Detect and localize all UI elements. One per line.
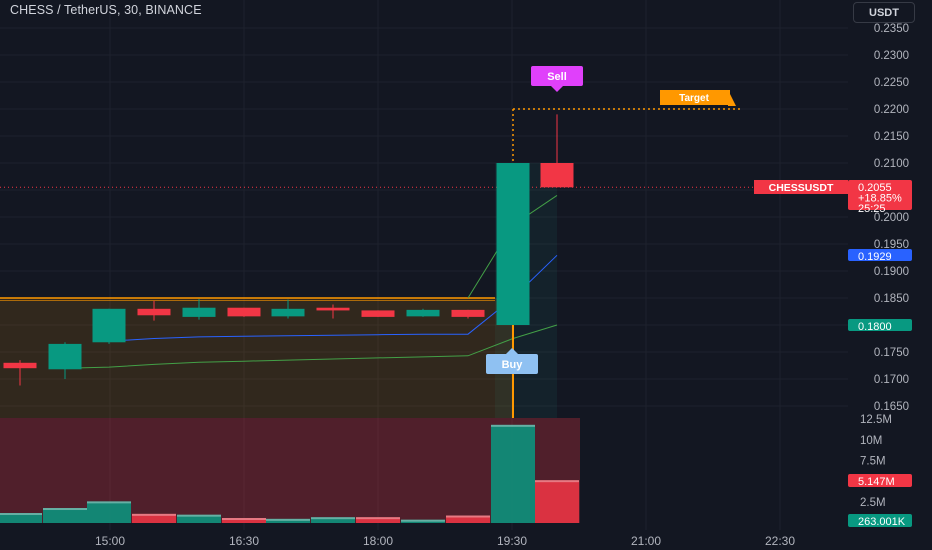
buy-marker-label: Buy (502, 359, 524, 371)
volume-bar-top (311, 517, 355, 520)
currency-button[interactable]: USDT (853, 2, 915, 23)
volume-bar (43, 508, 87, 523)
volume-bar-top (535, 480, 579, 483)
volume-bar-top (132, 513, 176, 516)
green-line-label-text: 0.1800 (858, 321, 892, 333)
price-tick-label: 0.1900 (874, 266, 909, 278)
volume-bar-top (356, 517, 400, 520)
volume-bar (535, 480, 579, 523)
trading-chart[interactable]: Sell Buy Target 0.2350 0.2300 0.2250 0.2200 0.2… (0, 0, 932, 550)
candle (496, 163, 530, 325)
price-tick-label: 0.2150 (874, 131, 909, 143)
candle (540, 163, 574, 188)
price-tick-label: 0.1700 (874, 374, 909, 386)
blue-line-label-text: 0.1929 (858, 251, 892, 263)
candle (451, 309, 485, 317)
candle (406, 309, 440, 317)
price-tick-label: 0.2250 (874, 77, 909, 89)
chart-title: CHESS / TetherUS, 30, BINANCE (10, 3, 202, 17)
candle (271, 308, 305, 317)
volume-bar-top (491, 424, 535, 427)
price-tick-label: 0.2100 (874, 158, 909, 170)
candle (92, 308, 126, 343)
price-tick-label: 0.2200 (874, 104, 909, 116)
price-tick-label: 0.1750 (874, 347, 909, 359)
time-tick-label: 22:30 (765, 534, 795, 548)
candle (361, 310, 395, 317)
symbol-price-label: CHESSUSDT (769, 182, 834, 194)
price-tick-label: 0.1650 (874, 401, 909, 413)
volume-bar-top (222, 518, 266, 521)
volume-bar-top (177, 514, 221, 517)
time-tick-label: 19:30 (497, 534, 527, 548)
volume-total-label-text: 263.001K (858, 516, 906, 528)
volume-sell-label-text: 5.147M (858, 476, 895, 488)
volume-tick-label: 12.5M (860, 414, 892, 426)
price-tick-label: 0.2350 (874, 23, 909, 35)
volume-bar (87, 501, 131, 523)
volume-bar-top (43, 508, 87, 511)
volume-tick-label: 2.5M (860, 497, 886, 509)
volume-bar-top (446, 515, 490, 518)
candle (48, 343, 82, 370)
volume-bar (491, 424, 535, 523)
time-tick-label: 21:00 (631, 534, 661, 548)
chart-canvas[interactable]: Sell Buy Target 0.2350 0.2300 0.2250 0.2200 0.2… (0, 0, 932, 550)
candle (316, 307, 350, 311)
volume-bar-top (266, 518, 310, 521)
volume-bar-top (87, 501, 131, 504)
target-marker-label: Target (679, 93, 709, 104)
candle (182, 307, 216, 317)
candle (227, 307, 261, 317)
volume-bar-top (0, 513, 42, 516)
volume-bar-top (401, 519, 445, 522)
price-tick-label: 0.1850 (874, 293, 909, 305)
time-tick-label: 18:00 (363, 534, 393, 548)
candle (3, 362, 37, 369)
last-price-label-text: 25:25 (858, 203, 886, 215)
candle (137, 308, 171, 316)
time-tick-label: 15:00 (95, 534, 125, 548)
sell-marker-label: Sell (547, 71, 567, 83)
volume-tick-label: 7.5M (860, 456, 886, 468)
time-tick-label: 16:30 (229, 534, 259, 548)
volume-tick-label: 10M (860, 435, 882, 447)
price-tick-label: 0.2300 (874, 50, 909, 62)
